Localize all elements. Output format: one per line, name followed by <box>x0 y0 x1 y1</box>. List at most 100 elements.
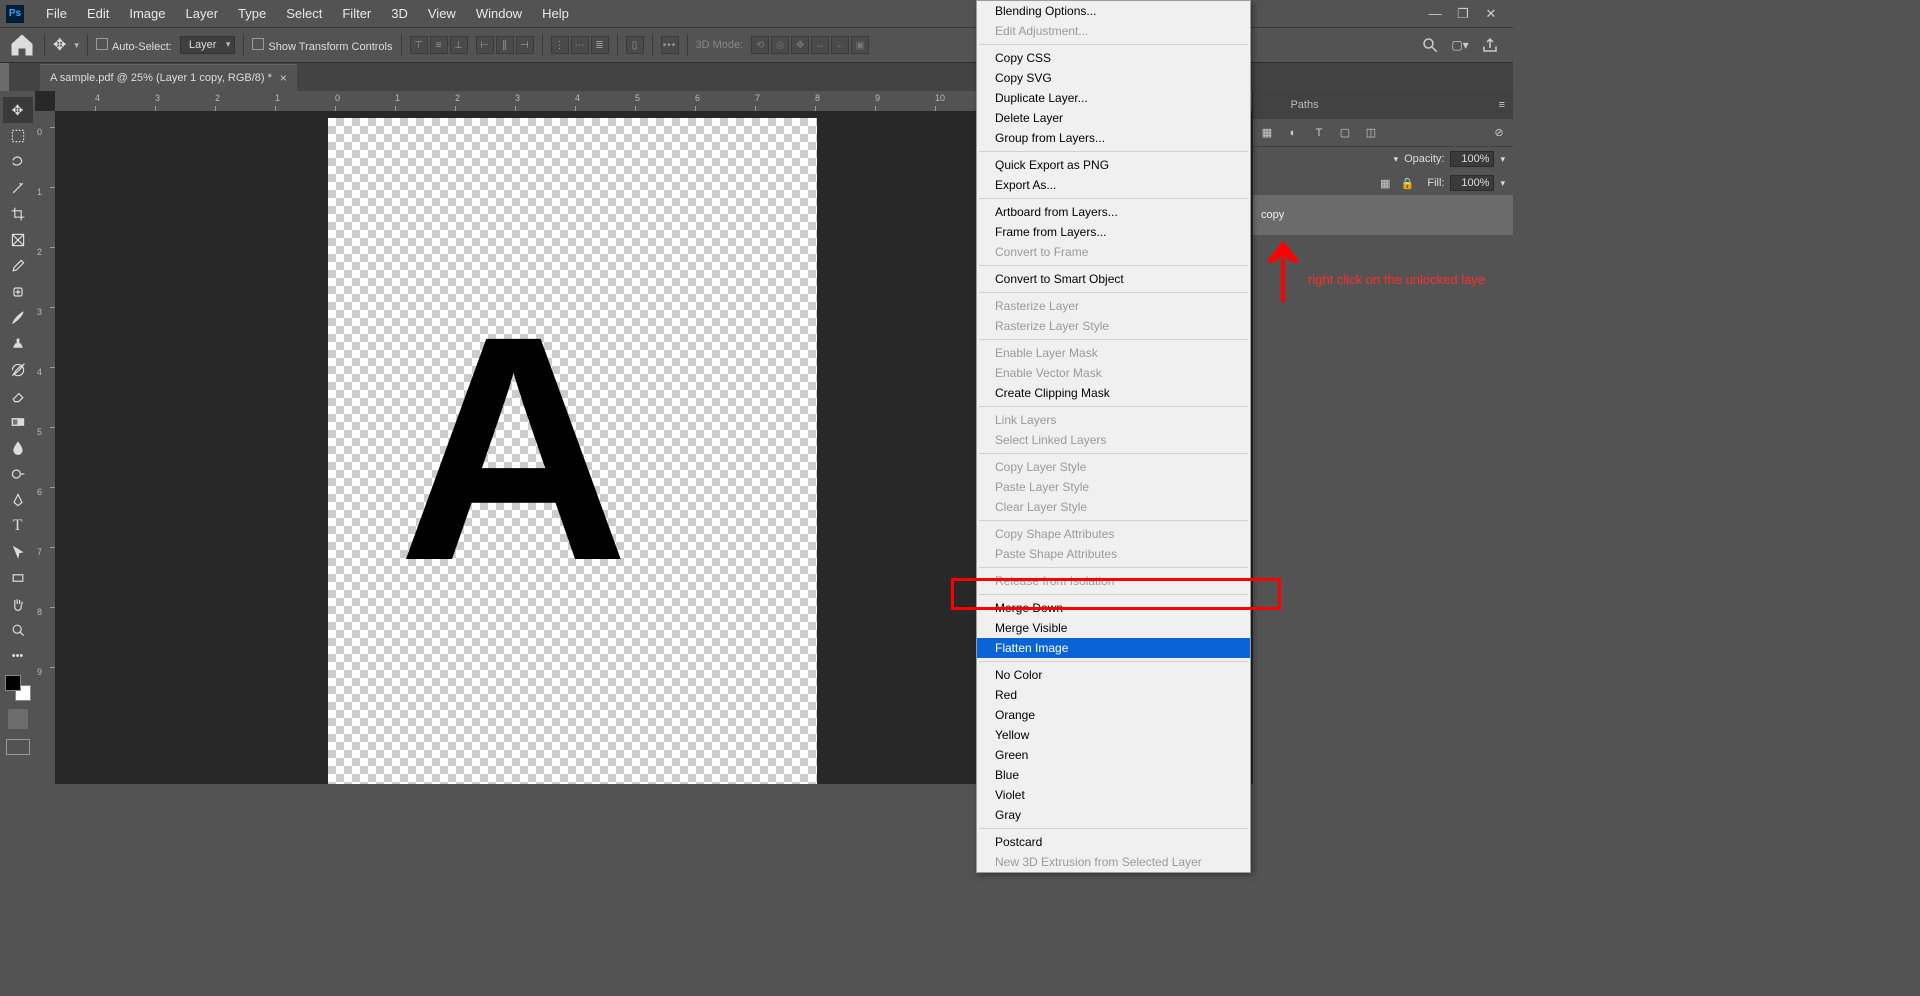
window-minimize-icon[interactable]: — <box>1427 7 1443 21</box>
smartobject-filter-icon[interactable]: ◫ <box>1363 125 1379 141</box>
lock-all-icon[interactable]: 🔒 <box>1399 175 1415 191</box>
align-top-icon[interactable]: ⊤ <box>410 36 428 54</box>
align-to-icon[interactable]: ▯ <box>626 36 644 54</box>
zoom-tool[interactable] <box>3 617 33 643</box>
eyedropper-tool[interactable] <box>3 253 33 279</box>
menu-select[interactable]: Select <box>276 2 332 25</box>
menu-3d[interactable]: 3D <box>381 2 418 25</box>
ctx-duplicate-layer[interactable]: Duplicate Layer... <box>977 88 1250 108</box>
menu-layer[interactable]: Layer <box>176 2 229 25</box>
menu-view[interactable]: View <box>418 2 466 25</box>
ctx-copy-css[interactable]: Copy CSS <box>977 48 1250 68</box>
window-maximize-icon[interactable]: ❐ <box>1455 7 1471 21</box>
align-bottom-icon[interactable]: ⊥ <box>450 36 468 54</box>
adjustment-layer-filter-icon[interactable]: ◐ <box>1285 125 1301 141</box>
3d-camera-icon[interactable]: ▣ <box>851 36 869 54</box>
3d-roll-icon[interactable]: ◎ <box>771 36 789 54</box>
search-icon[interactable] <box>1421 36 1439 54</box>
menu-edit[interactable]: Edit <box>77 2 119 25</box>
share-icon[interactable] <box>1481 36 1499 54</box>
type-tool[interactable]: T <box>3 513 33 539</box>
window-close-icon[interactable]: ✕ <box>1483 7 1499 21</box>
gradient-tool[interactable] <box>3 409 33 435</box>
ctx-blending-options[interactable]: Blending Options... <box>977 1 1250 21</box>
filter-toggle-icon[interactable]: ⊘ <box>1491 125 1507 141</box>
magic-wand-tool[interactable] <box>3 175 33 201</box>
ctx-convert-to-smart-object[interactable]: Convert to Smart Object <box>977 269 1250 289</box>
ctx-frame-from-layers[interactable]: Frame from Layers... <box>977 222 1250 242</box>
edit-toolbar-icon[interactable]: ••• <box>3 643 33 669</box>
screen-mode-toggle[interactable] <box>6 739 30 755</box>
dodge-tool[interactable] <box>3 461 33 487</box>
distribute-v-icon[interactable]: ⋮ <box>551 36 569 54</box>
document-tab[interactable]: A sample.pdf @ 25% (Layer 1 copy, RGB/8)… <box>40 64 297 91</box>
ctx-merge-visible[interactable]: Merge Visible <box>977 618 1250 638</box>
menu-type[interactable]: Type <box>228 2 276 25</box>
3d-zoom-icon[interactable]: ← <box>831 36 849 54</box>
menu-window[interactable]: Window <box>466 2 532 25</box>
frame-tool[interactable] <box>3 227 33 253</box>
pixel-layer-filter-icon[interactable]: ▦ <box>1259 125 1275 141</box>
shape-layer-filter-icon[interactable]: ▢ <box>1337 125 1353 141</box>
3d-orbit-icon[interactable]: ⟲ <box>751 36 769 54</box>
home-button[interactable] <box>8 31 36 59</box>
ctx-flatten-image[interactable]: Flatten Image <box>977 638 1250 658</box>
layer-row[interactable]: copy <box>1253 195 1513 235</box>
fill-input[interactable]: 100% <box>1450 175 1494 191</box>
ruler-vertical[interactable]: 0123456789 <box>35 111 55 784</box>
align-left-icon[interactable]: ⊢ <box>476 36 494 54</box>
ctx-red[interactable]: Red <box>977 685 1250 705</box>
ctx-gray[interactable]: Gray <box>977 805 1250 825</box>
close-icon[interactable]: × <box>280 71 287 85</box>
blur-tool[interactable] <box>3 435 33 461</box>
ctx-green[interactable]: Green <box>977 745 1250 765</box>
color-swatches[interactable] <box>5 675 31 701</box>
auto-select-dropdown[interactable]: Layer <box>180 36 236 54</box>
healing-brush-tool[interactable] <box>3 279 33 305</box>
ctx-quick-export-as-png[interactable]: Quick Export as PNG <box>977 155 1250 175</box>
hand-tool[interactable] <box>3 591 33 617</box>
lasso-tool[interactable] <box>3 149 33 175</box>
align-right-icon[interactable]: ⊣ <box>516 36 534 54</box>
3d-slide-icon[interactable]: ⇔ <box>811 36 829 54</box>
opacity-input[interactable]: 100% <box>1450 151 1494 167</box>
marquee-tool[interactable] <box>3 123 33 149</box>
auto-select-checkbox[interactable]: Auto-Select: <box>96 38 172 53</box>
distribute-space-icon[interactable]: ≣ <box>591 36 609 54</box>
more-options-icon[interactable]: ••• <box>661 36 679 54</box>
panel-tab-paths[interactable]: Paths <box>1290 99 1318 111</box>
align-vcenter-icon[interactable]: ≡ <box>430 36 448 54</box>
ctx-group-from-layers[interactable]: Group from Layers... <box>977 128 1250 148</box>
ctx-artboard-from-layers[interactable]: Artboard from Layers... <box>977 202 1250 222</box>
chevron-down-icon[interactable]: ▾ <box>1394 154 1399 165</box>
clone-stamp-tool[interactable] <box>3 331 33 357</box>
type-layer-filter-icon[interactable]: T <box>1311 125 1327 141</box>
ctx-postcard[interactable]: Postcard <box>977 832 1250 852</box>
lock-transparent-icon[interactable]: ▦ <box>1377 175 1393 191</box>
panel-strip[interactable] <box>0 63 9 91</box>
rectangle-tool[interactable] <box>3 565 33 591</box>
chevron-down-icon[interactable]: ▾ <box>1500 178 1505 189</box>
ctx-export-as[interactable]: Export As... <box>977 175 1250 195</box>
ctx-orange[interactable]: Orange <box>977 705 1250 725</box>
brush-tool[interactable] <box>3 305 33 331</box>
crop-tool[interactable] <box>3 201 33 227</box>
quick-mask-toggle[interactable] <box>8 709 28 729</box>
workspace-icon[interactable]: ▢▾ <box>1451 36 1469 54</box>
history-brush-tool[interactable] <box>3 357 33 383</box>
3d-pan-icon[interactable]: ✥ <box>791 36 809 54</box>
align-hcenter-icon[interactable]: ∥ <box>496 36 514 54</box>
menu-help[interactable]: Help <box>532 2 579 25</box>
ctx-delete-layer[interactable]: Delete Layer <box>977 108 1250 128</box>
ctx-violet[interactable]: Violet <box>977 785 1250 805</box>
move-tool[interactable]: ✥ <box>3 97 33 123</box>
ctx-create-clipping-mask[interactable]: Create Clipping Mask <box>977 383 1250 403</box>
ctx-blue[interactable]: Blue <box>977 765 1250 785</box>
eraser-tool[interactable] <box>3 383 33 409</box>
distribute-h-icon[interactable]: ⋯ <box>571 36 589 54</box>
path-selection-tool[interactable] <box>3 539 33 565</box>
ctx-copy-svg[interactable]: Copy SVG <box>977 68 1250 88</box>
chevron-down-icon[interactable]: ▾ <box>74 40 79 51</box>
ctx-no-color[interactable]: No Color <box>977 665 1250 685</box>
artboard[interactable]: A <box>328 118 817 784</box>
